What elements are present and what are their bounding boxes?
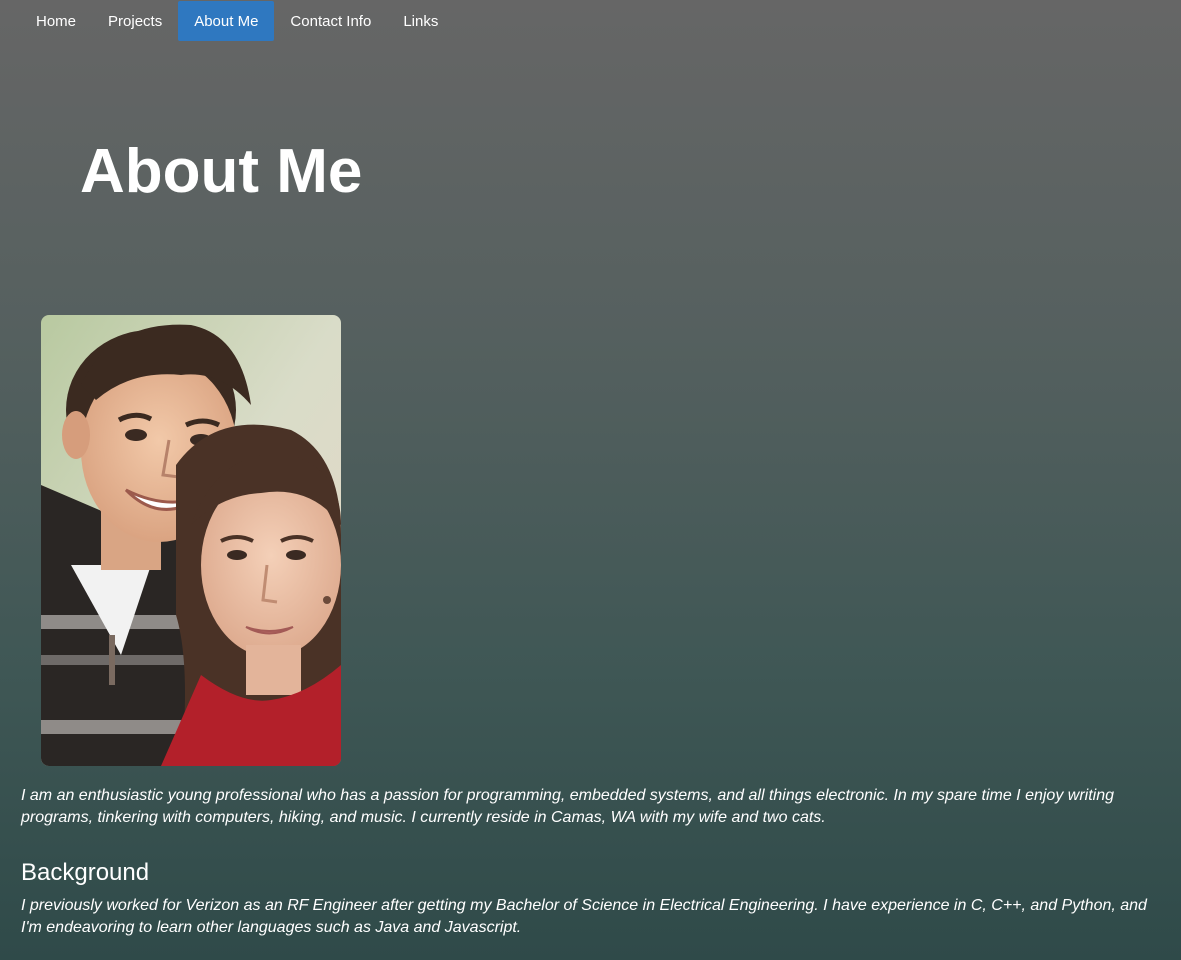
nav-links[interactable]: Links [387,1,454,41]
intro-paragraph: I am an enthusiastic young professional … [21,787,1114,826]
nav-contact-info[interactable]: Contact Info [274,1,387,41]
page-title: About Me [80,137,363,206]
nav-home[interactable]: Home [20,1,92,41]
nav-projects[interactable]: Projects [92,1,178,41]
nav-about-me[interactable]: About Me [178,1,275,41]
main-nav: Home Projects About Me Contact Info Link… [20,1,454,41]
profile-photo [41,315,341,766]
background-paragraph: I previously worked for Verizon as an RF… [21,897,1147,936]
background-heading: Background [21,859,150,886]
